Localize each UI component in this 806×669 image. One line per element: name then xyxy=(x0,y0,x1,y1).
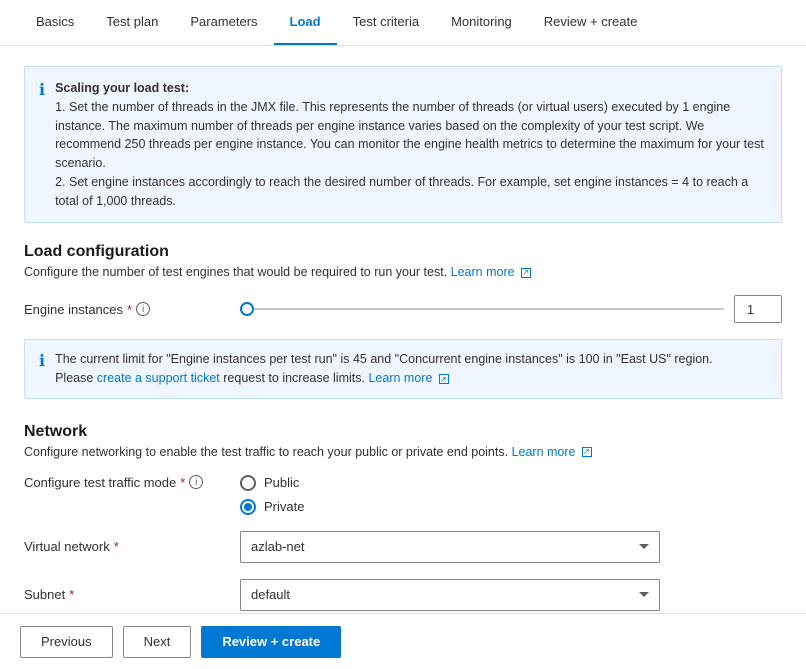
engine-instances-label: Engine instances * i xyxy=(24,302,224,317)
load-config-title: Load configuration xyxy=(24,243,782,261)
subnet-dropdown[interactable]: default xyxy=(240,579,660,611)
network-learn-more-link[interactable]: Learn more xyxy=(512,445,592,459)
network-desc: Configure networking to enable the test … xyxy=(24,445,782,459)
network-title: Network xyxy=(24,423,782,441)
create-support-ticket-link[interactable]: create a support ticket xyxy=(97,371,220,385)
slider-thumb[interactable] xyxy=(240,302,254,316)
info-icon-limit: ℹ xyxy=(39,351,45,371)
load-configuration-section: Load configuration Configure the number … xyxy=(24,243,782,323)
subnet-required-star: * xyxy=(69,587,74,602)
subnet-label-text: Subnet xyxy=(24,587,65,602)
chevron-down-icon-vnet xyxy=(639,544,649,549)
info-icon-scaling: ℹ xyxy=(39,80,45,100)
chevron-down-icon-subnet xyxy=(639,592,649,597)
virtual-network-label-text: Virtual network xyxy=(24,539,110,554)
engine-instances-input[interactable] xyxy=(734,295,782,323)
slider-track[interactable] xyxy=(240,308,724,310)
radio-label-private: Private xyxy=(264,499,304,514)
virtual-network-value: azlab-net xyxy=(251,539,304,554)
main-content: ℹ Scaling your load test: 1. Set the num… xyxy=(0,46,806,661)
load-config-desc: Configure the number of test engines tha… xyxy=(24,265,782,279)
review-create-button[interactable]: Review + create xyxy=(201,626,341,658)
radio-label-public: Public xyxy=(264,475,299,490)
tab-review-create[interactable]: Review + create xyxy=(528,0,654,45)
network-learn-more-text: Learn more xyxy=(512,445,576,459)
tab-test-plan[interactable]: Test plan xyxy=(90,0,174,45)
scaling-info-text: Scaling your load test: 1. Set the numbe… xyxy=(55,79,767,210)
load-config-learn-more-link[interactable]: Learn more xyxy=(451,265,531,279)
radio-option-public[interactable]: Public xyxy=(240,475,304,491)
virtual-network-dropdown[interactable]: azlab-net xyxy=(240,531,660,563)
traffic-mode-radio-group: Public Private xyxy=(240,475,304,515)
scaling-title: Scaling your load test: xyxy=(55,81,189,95)
next-button[interactable]: Next xyxy=(123,626,192,658)
scaling-line2: 2. Set engine instances accordingly to r… xyxy=(55,175,748,208)
subnet-label: Subnet * xyxy=(24,587,224,602)
limit-learn-more-text: Learn more xyxy=(368,371,432,385)
traffic-mode-row: Configure test traffic mode * i Public P… xyxy=(24,475,782,515)
radio-btn-private[interactable] xyxy=(240,499,256,515)
traffic-mode-label: Configure test traffic mode * i xyxy=(24,475,224,490)
tab-load[interactable]: Load xyxy=(274,0,337,45)
network-section: Network Configure networking to enable t… xyxy=(24,423,782,611)
tab-parameters[interactable]: Parameters xyxy=(174,0,273,45)
engine-instances-label-text: Engine instances xyxy=(24,302,123,317)
load-config-learn-more-text: Learn more xyxy=(451,265,515,279)
tab-test-criteria[interactable]: Test criteria xyxy=(337,0,435,45)
required-star: * xyxy=(127,302,132,317)
request-text: request to increase limits. xyxy=(223,371,365,385)
external-link-icon xyxy=(521,268,531,278)
bottom-bar: Previous Next Review + create xyxy=(0,613,806,669)
virtual-network-label: Virtual network * xyxy=(24,539,224,554)
limit-info-box: ℹ The current limit for "Engine instance… xyxy=(24,339,782,399)
virtual-network-row: Virtual network * azlab-net xyxy=(24,531,782,563)
limit-learn-more-link[interactable]: Learn more xyxy=(368,371,448,385)
traffic-required-star: * xyxy=(180,475,185,490)
subnet-value: default xyxy=(251,587,290,602)
engine-instances-row: Engine instances * i xyxy=(24,295,782,323)
network-external-icon xyxy=(582,447,592,457)
traffic-mode-info-icon[interactable]: i xyxy=(189,475,203,489)
limit-info-text: The current limit for "Engine instances … xyxy=(55,350,713,388)
network-description-text: Configure networking to enable the test … xyxy=(24,445,508,459)
scaling-line1: 1. Set the number of threads in the JMX … xyxy=(55,100,764,170)
radio-option-private[interactable]: Private xyxy=(240,499,304,515)
engine-instances-info-icon[interactable]: i xyxy=(136,302,150,316)
load-config-description-text: Configure the number of test engines tha… xyxy=(24,265,447,279)
limit-external-icon xyxy=(439,374,449,384)
limit-text: The current limit for "Engine instances … xyxy=(55,352,713,366)
engine-instances-slider-container xyxy=(240,295,782,323)
tab-basics[interactable]: Basics xyxy=(20,0,90,45)
subnet-row: Subnet * default xyxy=(24,579,782,611)
tab-monitoring[interactable]: Monitoring xyxy=(435,0,528,45)
nav-tabs: Basics Test plan Parameters Load Test cr… xyxy=(0,0,806,46)
traffic-mode-label-text: Configure test traffic mode xyxy=(24,475,176,490)
previous-button[interactable]: Previous xyxy=(20,626,113,658)
scaling-info-box: ℹ Scaling your load test: 1. Set the num… xyxy=(24,66,782,223)
vnet-required-star: * xyxy=(114,539,119,554)
radio-btn-public[interactable] xyxy=(240,475,256,491)
